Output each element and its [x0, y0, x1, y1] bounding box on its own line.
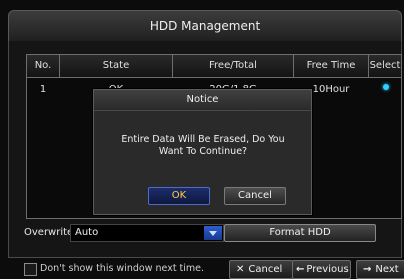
- hdd-management-window: HDD Management No. State Free/Total Free…: [0, 0, 404, 279]
- overwrite-value: Auto: [75, 227, 99, 238]
- format-hdd-button[interactable]: Format HDD: [224, 224, 376, 242]
- column-header-free-total: Free/Total: [173, 55, 294, 77]
- cancel-label: Cancel: [248, 264, 283, 275]
- overwrite-select[interactable]: Auto: [70, 224, 224, 242]
- next-button[interactable]: → Next: [356, 260, 404, 279]
- arrow-left-icon: ←: [296, 264, 305, 275]
- window-title: HDD Management: [8, 10, 402, 41]
- cell-no: 1: [39, 84, 47, 95]
- previous-label: Previous: [306, 264, 349, 275]
- column-header-select: Select: [369, 60, 401, 71]
- dialog-cancel-button[interactable]: Cancel: [224, 187, 286, 205]
- dont-show-checkbox[interactable]: [24, 263, 37, 276]
- chevron-down-icon[interactable]: [204, 226, 222, 240]
- notice-dialog: Notice Entire Data Will Be Erased, Do Yo…: [93, 89, 312, 215]
- cancel-button[interactable]: ✕ Cancel: [229, 260, 293, 279]
- column-header-free-time: Free Time: [294, 55, 369, 77]
- x-icon: ✕: [236, 264, 245, 275]
- next-label: Next: [375, 264, 399, 275]
- column-header-no: No.: [27, 55, 60, 77]
- dialog-title: Notice: [94, 90, 311, 111]
- dialog-message: Entire Data Will Be Erased, Do You Want …: [121, 134, 285, 157]
- dont-show-label: Don't show this window next time.: [40, 263, 205, 274]
- previous-button[interactable]: ← Previous: [292, 260, 351, 279]
- arrow-right-icon: →: [363, 264, 372, 275]
- table-header: No. State Free/Total Free Time Select: [27, 55, 401, 78]
- select-radio[interactable]: [383, 84, 389, 90]
- overwrite-label: Overwrite: [24, 227, 74, 238]
- column-header-state: State: [60, 55, 173, 77]
- ok-button[interactable]: OK: [148, 187, 210, 205]
